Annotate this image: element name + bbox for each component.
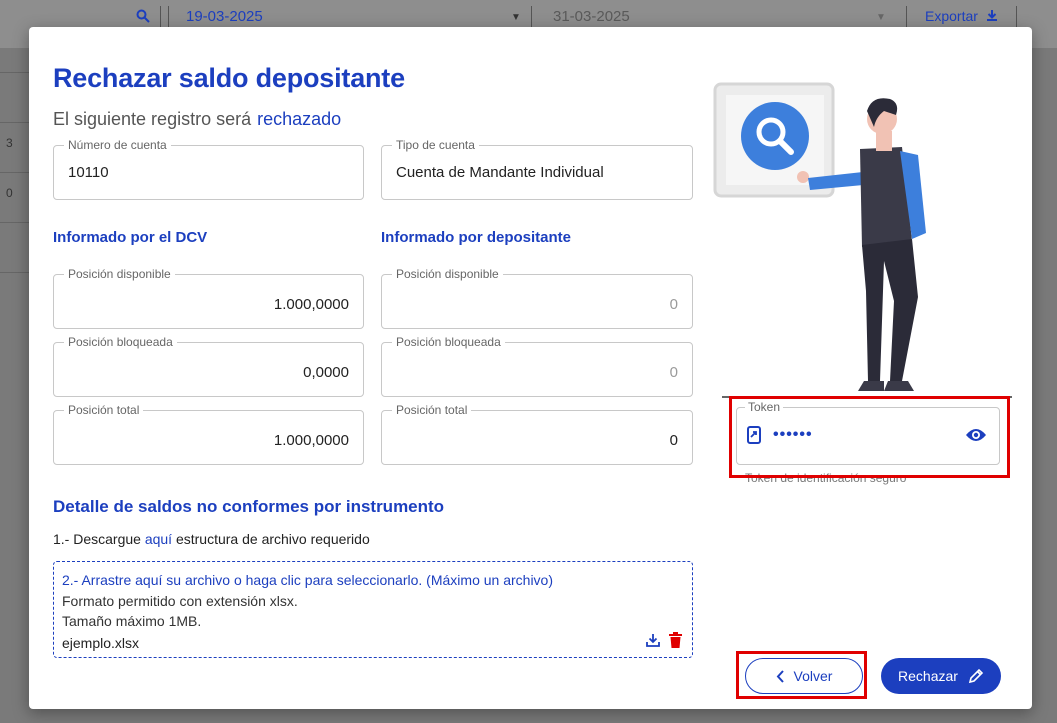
dropzone-instruction: 2.- Arrastre aquí su archivo o haga clic… (62, 572, 553, 588)
divider (1016, 6, 1017, 28)
account-type-value: Cuenta de Mandante Individual (396, 164, 604, 181)
dcv-disponible-field: Posición disponible 1.000,0000 (53, 267, 364, 329)
dep-bloqueada-field: Posición bloqueada 0 (381, 335, 693, 397)
dep-total-field: Posición total 0 (381, 403, 693, 465)
divider (0, 72, 30, 73)
dialog-title: Rechazar saldo depositante (53, 63, 405, 93)
divider (0, 222, 30, 223)
export-button: Exportar (925, 8, 998, 24)
account-number-field: Número de cuenta 10110 (53, 138, 364, 200)
divider (531, 6, 532, 28)
uploaded-file-name: ejemplo.xlsx (62, 635, 140, 651)
subtitle-accent: rechazado (257, 109, 342, 129)
dep-disponible-field: Posición disponible 0 (381, 267, 693, 329)
chevron-down-icon: ▼ (876, 12, 886, 23)
search-icon (136, 9, 150, 26)
dcv-disponible-label: Posición disponible (64, 267, 175, 281)
divider (160, 6, 161, 28)
search-person-illustration (712, 81, 1012, 401)
download-instruction: 1.- Descargue aquí estructura de archivo… (53, 531, 370, 547)
divider (0, 272, 30, 273)
dialog-subtitle: El siguiente registro será rechazado (53, 109, 341, 130)
dcv-total-field: Posición total 1.000,0000 (53, 403, 364, 465)
export-label: Exportar (925, 8, 978, 24)
download-icon[interactable] (645, 632, 661, 653)
dep-bloqueada-label: Posición bloqueada (392, 335, 505, 349)
dep-bloqueada-value: 0 (669, 364, 678, 381)
dcv-bloqueada-field: Posición bloqueada 0,0000 (53, 335, 364, 397)
reject-button-label: Rechazar (898, 668, 958, 684)
dcv-total-label: Posición total (64, 403, 144, 417)
download-icon (986, 10, 997, 21)
format-info: Formato permitido con extensión xlsx. (62, 593, 298, 609)
dep-total-value: 0 (669, 432, 678, 449)
step1-prefix: 1.- Descargue (53, 531, 141, 547)
dcv-bloqueada-label: Posición bloqueada (64, 335, 177, 349)
dcv-disponible-value: 1.000,0000 (273, 296, 349, 313)
dep-disponible-value: 0 (669, 296, 678, 313)
dcv-heading: Informado por el DCV (53, 229, 208, 246)
depositante-heading: Informado por depositante (381, 229, 572, 246)
pencil-icon (968, 668, 984, 684)
reject-button[interactable]: Rechazar (881, 658, 1001, 694)
background-mark: 0 (6, 186, 13, 200)
dcv-bloqueada-value: 0,0000 (303, 364, 349, 381)
account-number-value: 10110 (68, 164, 109, 181)
divider (906, 6, 907, 28)
token-highlight-box (729, 396, 1010, 478)
divider (0, 172, 30, 173)
download-template-link[interactable]: aquí (145, 531, 172, 547)
dcv-total-value: 1.000,0000 (273, 432, 349, 449)
subtitle-text: El siguiente registro será (53, 109, 252, 129)
account-number-label: Número de cuenta (64, 138, 171, 152)
step1-suffix: estructura de archivo requerido (175, 531, 370, 547)
reject-balance-dialog: Rechazar saldo depositante El siguiente … (29, 27, 1032, 709)
chevron-down-icon: ▼ (511, 12, 521, 23)
size-info: Tamaño máximo 1MB. (62, 613, 202, 629)
file-dropzone[interactable]: 2.- Arrastre aquí su archivo o haga clic… (53, 561, 693, 658)
date-from-value: 19-03-2025 (186, 8, 263, 25)
account-type-label: Tipo de cuenta (392, 138, 479, 152)
detail-heading: Detalle de saldos no conformes por instr… (53, 497, 445, 516)
dep-disponible-label: Posición disponible (392, 267, 503, 281)
date-to-value: 31-03-2025 (553, 8, 630, 25)
dep-total-label: Posición total (392, 403, 472, 417)
back-highlight-box (736, 651, 867, 699)
divider (168, 6, 169, 28)
background-mark: 3 (6, 136, 13, 150)
divider (0, 122, 30, 123)
account-type-field: Tipo de cuenta Cuenta de Mandante Indivi… (381, 138, 693, 200)
trash-icon[interactable] (669, 632, 682, 653)
file-actions (645, 632, 682, 653)
